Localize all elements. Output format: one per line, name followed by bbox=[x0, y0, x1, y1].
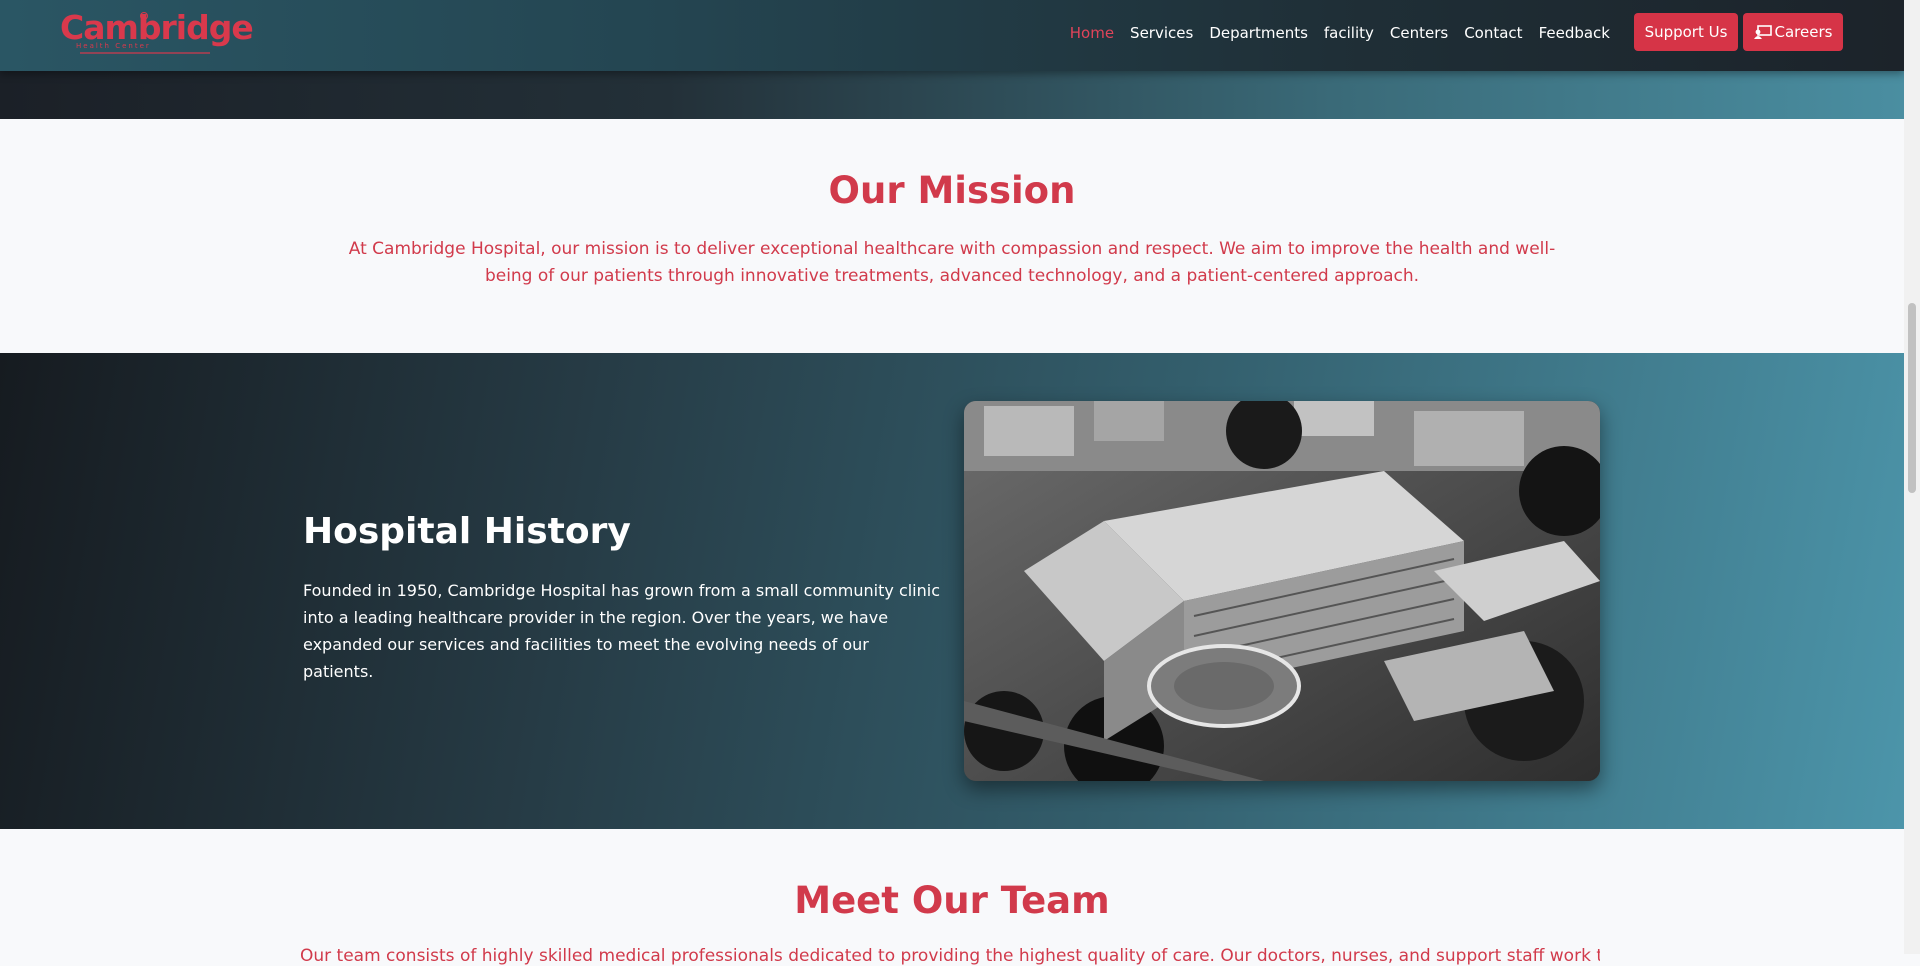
logo-tagline: Health Center bbox=[76, 42, 151, 50]
page-scrollbar[interactable] bbox=[1904, 0, 1920, 954]
team-section: Meet Our Team Our team consists of highl… bbox=[0, 829, 1904, 966]
nav-links: Home Services Departments facility Cente… bbox=[1054, 24, 1610, 42]
support-us-button[interactable]: Support Us bbox=[1634, 13, 1738, 51]
navbar: Cambridge Health Center Home Services De… bbox=[0, 0, 1904, 71]
chalkboard-user-icon bbox=[1753, 25, 1772, 39]
nav-services[interactable]: Services bbox=[1114, 24, 1193, 42]
mission-section: Our Mission At Cambridge Hospital, our m… bbox=[0, 119, 1904, 353]
history-photo bbox=[964, 401, 1600, 781]
support-us-label: Support Us bbox=[1644, 23, 1728, 41]
nav-contact[interactable]: Contact bbox=[1448, 24, 1522, 42]
nav-departments[interactable]: Departments bbox=[1193, 24, 1308, 42]
nav-feedback[interactable]: Feedback bbox=[1523, 24, 1610, 42]
careers-button[interactable]: Careers bbox=[1743, 13, 1843, 51]
history-text: Founded in 1950, Cambridge Hospital has … bbox=[303, 581, 941, 681]
mission-title: Our Mission bbox=[828, 169, 1076, 212]
history-section: Hospital History Founded in 1950, Cambri… bbox=[0, 353, 1904, 829]
nav-centers[interactable]: Centers bbox=[1374, 24, 1448, 42]
history-title: Hospital History bbox=[303, 511, 631, 552]
logo-dot bbox=[140, 12, 148, 20]
team-text: Our team consists of highly skilled medi… bbox=[300, 946, 1600, 966]
nav-home[interactable]: Home bbox=[1054, 24, 1114, 42]
team-title: Meet Our Team bbox=[794, 879, 1110, 922]
logo-underline bbox=[80, 52, 210, 54]
scrollbar-thumb[interactable] bbox=[1908, 303, 1916, 493]
careers-label: Careers bbox=[1774, 23, 1833, 41]
logo[interactable]: Cambridge Health Center bbox=[60, 6, 254, 56]
nav-facility[interactable]: facility bbox=[1308, 24, 1374, 42]
mission-text: At Cambridge Hospital, our mission is to… bbox=[348, 239, 1556, 286]
